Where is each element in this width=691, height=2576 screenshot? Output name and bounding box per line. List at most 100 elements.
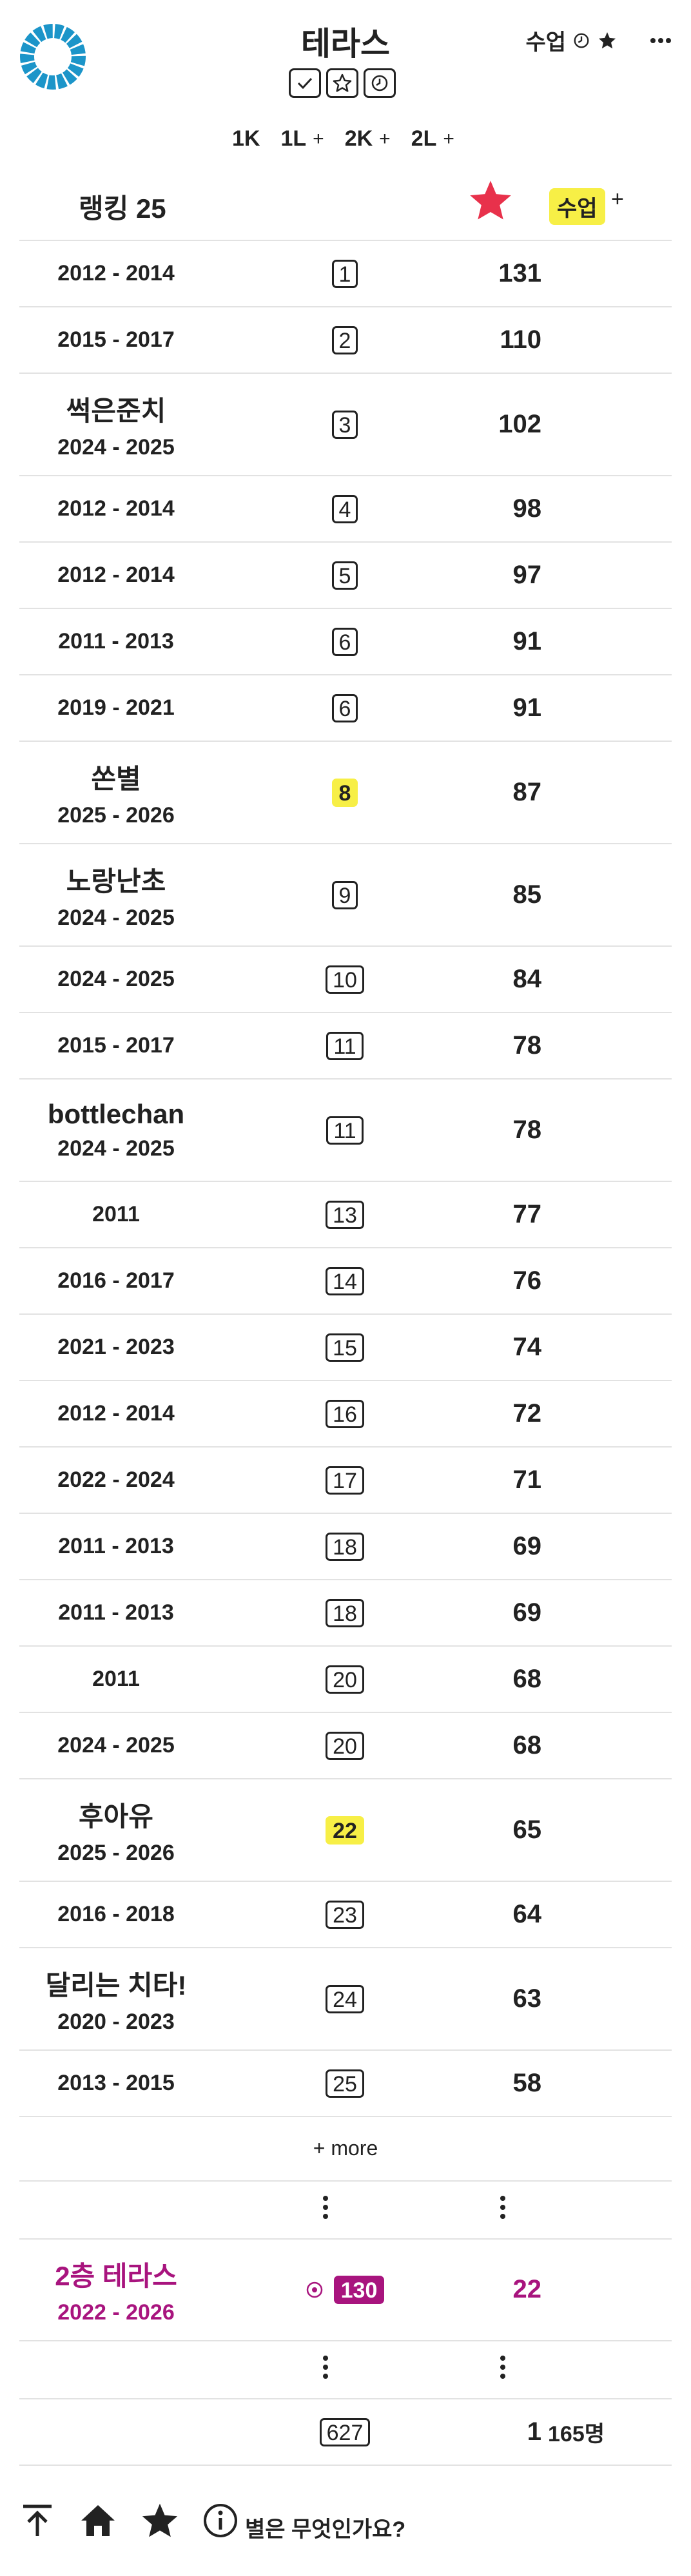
- member-years: 2019 - 2021: [57, 695, 175, 720]
- member-years: 2012 - 2014: [57, 261, 175, 286]
- table-row[interactable]: 후아유 2025 - 2026 22 65: [19, 1779, 672, 1882]
- scroll-top-icon[interactable]: [19, 2503, 55, 2539]
- star-count: 63: [512, 1984, 542, 2013]
- table-row[interactable]: 2015 - 2017 2 110: [19, 307, 672, 374]
- star-count: 58: [512, 2069, 542, 2097]
- table-row[interactable]: 2011 - 2013 18 69: [19, 1580, 672, 1647]
- help-link[interactable]: 별은 무엇인가요?: [245, 2512, 405, 2543]
- table-row[interactable]: 2011 - 2013 6 91: [19, 609, 672, 675]
- table-row[interactable]: 2016 - 2017 14 76: [19, 1248, 672, 1315]
- my-entry-rank-col: 130: [303, 2239, 387, 2340]
- filter-plus: +: [379, 128, 391, 150]
- vertical-dots-icon: [323, 2196, 328, 2219]
- lesson-add-button[interactable]: +: [611, 187, 624, 212]
- table-row[interactable]: 썩은준치 2024 - 2025 3 102: [19, 374, 672, 476]
- name-col: 2011 - 2013: [19, 1580, 213, 1645]
- name-col: 2012 - 2014: [19, 1381, 213, 1446]
- table-row[interactable]: 2011 20 68: [19, 1647, 672, 1713]
- name-col: 후아유 2025 - 2026: [19, 1779, 213, 1881]
- table-row[interactable]: 2011 - 2013 18 69: [19, 1514, 672, 1580]
- table-row[interactable]: 쏜별 2025 - 2026 8 87: [19, 742, 672, 844]
- rank-col: 22: [303, 1779, 387, 1881]
- member-years: 2021 - 2023: [57, 1335, 175, 1359]
- table-row[interactable]: 2012 - 2014 5 97: [19, 543, 672, 609]
- rank-col: 16: [303, 1381, 387, 1446]
- star-icon[interactable]: [141, 2502, 179, 2539]
- ellipsis-row: [19, 2341, 672, 2399]
- table-row[interactable]: 노랑난초 2024 - 2025 9 85: [19, 844, 672, 947]
- member-years: 2011: [92, 1667, 140, 1691]
- table-row[interactable]: 2012 - 2014 4 98: [19, 476, 672, 543]
- ranking-header: 랭킹 25 수업 +: [0, 173, 691, 240]
- rank-col: 15: [303, 1315, 387, 1380]
- member-years: 2011 - 2013: [58, 629, 174, 654]
- rank-badge: 3: [331, 410, 358, 439]
- bottom-toolbar: 별은 무엇인가요?: [19, 2492, 405, 2550]
- star-count: 64: [512, 1900, 542, 1928]
- star-count: 74: [512, 1333, 542, 1361]
- filter-1k[interactable]: 1K: [232, 126, 260, 151]
- table-row[interactable]: 2019 - 2021 6 91: [19, 675, 672, 742]
- more-icon[interactable]: [650, 37, 672, 44]
- home-icon[interactable]: [79, 2503, 117, 2539]
- table-row[interactable]: 2021 - 2023 15 74: [19, 1315, 672, 1381]
- name-col: 2011 - 2013: [19, 1514, 213, 1579]
- member-years: 2024 - 2025: [57, 1136, 175, 1161]
- table-row[interactable]: bottlechan 2024 - 2025 11 78: [19, 1080, 672, 1182]
- rank-badge: 14: [326, 1266, 364, 1295]
- star-outline-icon[interactable]: [326, 68, 358, 98]
- filter-1l[interactable]: 1L +: [280, 126, 324, 151]
- my-entry-count: 22: [512, 2275, 542, 2303]
- rank-badge: 11: [326, 1031, 364, 1060]
- member-years: 2024 - 2025: [57, 434, 175, 460]
- star-count: 87: [512, 778, 542, 806]
- member-years: 2016 - 2017: [57, 1268, 175, 1293]
- rank-badge: 2: [331, 325, 358, 354]
- filter-2l[interactable]: 2L +: [411, 126, 454, 151]
- member-name: 쏜별: [91, 763, 141, 794]
- table-row[interactable]: 2012 - 2014 16 72: [19, 1381, 672, 1448]
- filter-label: 1K: [232, 126, 260, 151]
- rank-col: 11: [303, 1080, 387, 1181]
- clock-icon[interactable]: [572, 32, 590, 50]
- rank-badge: 5: [331, 561, 358, 590]
- more-button[interactable]: + more: [19, 2116, 672, 2182]
- clock-icon[interactable]: [364, 68, 396, 98]
- member-years: 2024 - 2025: [57, 1733, 175, 1758]
- info-button[interactable]: 별은 무엇인가요?: [202, 2499, 405, 2543]
- table-row[interactable]: 2016 - 2018 23 64: [19, 1882, 672, 1948]
- top-right-controls: 수업: [525, 24, 672, 56]
- rank-badge: 24: [326, 1984, 364, 2013]
- name-col: 2024 - 2025: [19, 947, 213, 1012]
- lesson-filter-badge[interactable]: 수업: [549, 188, 605, 225]
- rank-col: 23: [303, 1882, 387, 1947]
- table-row[interactable]: 2024 - 2025 10 84: [19, 947, 672, 1013]
- star-count: 68: [512, 1731, 542, 1759]
- table-row[interactable]: 2022 - 2024 17 71: [19, 1448, 672, 1514]
- table-row[interactable]: 2024 - 2025 20 68: [19, 1713, 672, 1779]
- member-years: 2020 - 2023: [57, 2009, 175, 2034]
- rank-badge: 11: [326, 1116, 364, 1145]
- table-row[interactable]: 2015 - 2017 11 78: [19, 1013, 672, 1080]
- lesson-label[interactable]: 수업: [525, 24, 566, 56]
- member-name: 달리는 치타!: [45, 1970, 187, 2000]
- rank-col: 4: [303, 476, 387, 541]
- my-entry-row[interactable]: 2층 테라스 2022 - 2026 130 22: [19, 2239, 672, 2341]
- member-years: 2022 - 2024: [57, 1467, 175, 1492]
- total-rank-col: 627: [303, 2399, 387, 2465]
- member-name: 후아유: [79, 1801, 153, 1832]
- table-row[interactable]: 2013 - 2015 25 58: [19, 2051, 672, 2117]
- check-icon[interactable]: [289, 68, 321, 98]
- rank-col: 11: [303, 1013, 387, 1078]
- star-count: 77: [512, 1200, 542, 1228]
- table-row[interactable]: 달리는 치타! 2020 - 2023 24 63: [19, 1948, 672, 2051]
- star-count: 69: [512, 1532, 542, 1560]
- star-count: 76: [512, 1266, 542, 1295]
- star-count: 110: [500, 325, 541, 354]
- filter-label: 2K: [344, 126, 373, 151]
- table-row[interactable]: 2012 - 2014 1 131: [19, 241, 672, 307]
- star-icon[interactable]: [597, 30, 618, 51]
- table-row[interactable]: 2011 13 77: [19, 1182, 672, 1248]
- name-col: 2022 - 2024: [19, 1448, 213, 1513]
- filter-2k[interactable]: 2K +: [345, 126, 391, 151]
